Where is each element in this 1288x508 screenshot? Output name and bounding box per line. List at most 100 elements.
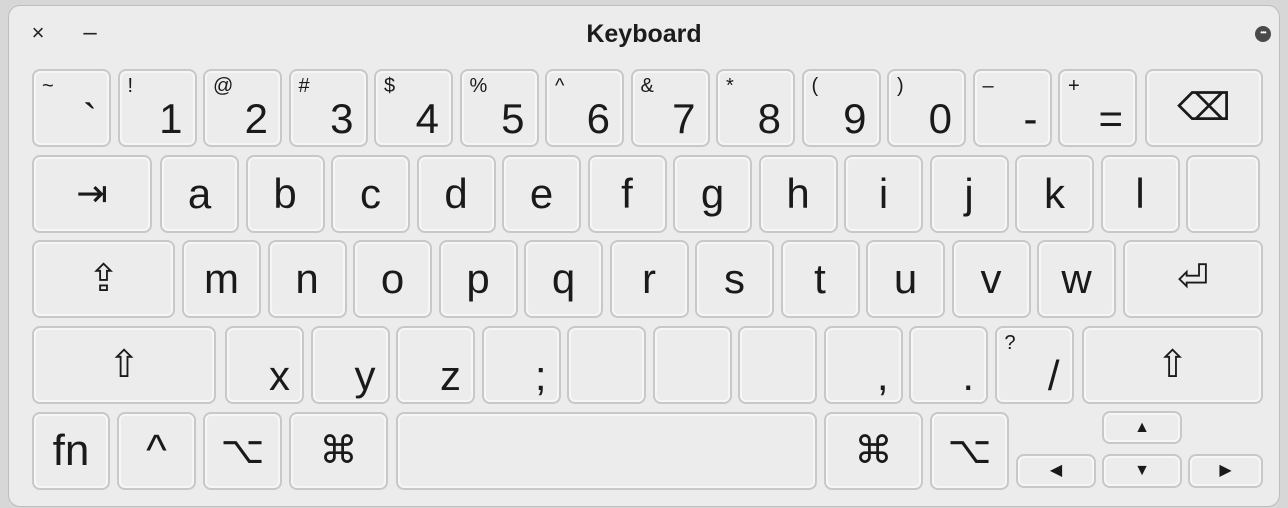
arrow-right-key[interactable]: ▶	[1188, 454, 1263, 488]
keyboard: ~ `! 1 @2 #3 $4% 5 ^ 6 & 7 * 8(9) 0– - + = ⌫ ⇥ a b c d e f g h i j k l…	[9, 6, 1279, 506]
key-8[interactable]: & 7	[630, 69, 710, 147]
key-secondary-label: #	[298, 75, 310, 97]
key-row2-11[interactable]: l	[1100, 155, 1180, 233]
key-row3-5[interactable]: r	[609, 240, 689, 318]
key-12[interactable]: – -	[972, 69, 1052, 147]
key-row3-1[interactable]: n	[267, 240, 347, 318]
space-bar[interactable]	[396, 412, 817, 490]
left-option-key[interactable]: ⌥	[203, 412, 282, 490]
arrow-up-icon: ▲	[1134, 418, 1150, 436]
key-row3-3[interactable]: p	[438, 240, 518, 318]
key-row3-7[interactable]: t	[780, 240, 860, 318]
key-row4-8[interactable]: .	[909, 326, 988, 404]
key-secondary-label: @	[213, 75, 234, 97]
key-row3-6[interactable]: s	[695, 240, 774, 318]
key-2[interactable]: ! 1	[117, 69, 197, 147]
key-row4-9[interactable]: ? /	[994, 326, 1074, 404]
key-label: p	[466, 255, 490, 302]
key-label: o	[380, 255, 405, 302]
key-6[interactable]: % 5	[459, 69, 539, 147]
key-primary-label: 9	[843, 95, 867, 142]
key-secondary-label: (	[811, 75, 819, 97]
key-label: w	[1061, 255, 1092, 302]
arrow-down-key[interactable]: ▼	[1102, 454, 1182, 488]
control-key[interactable]: ^	[117, 412, 196, 490]
delete-key[interactable]: ⌫	[1145, 69, 1263, 147]
key-row2-1[interactable]: b	[245, 155, 325, 233]
left-command-key[interactable]: ⌘	[289, 412, 388, 490]
key-9[interactable]: * 8	[716, 69, 795, 147]
key-row2-9[interactable]: j	[929, 155, 1009, 233]
key-row2-7[interactable]: h	[758, 155, 838, 233]
key-primary-label: .	[962, 352, 974, 399]
key-7[interactable]: ^ 6	[545, 69, 624, 147]
key-13[interactable]: + =	[1058, 69, 1137, 147]
key-row4-0[interactable]: x	[225, 326, 304, 404]
key-row4-1[interactable]: y	[310, 326, 390, 404]
key-primary-label: -	[1023, 95, 1038, 142]
key-label: d	[444, 170, 468, 217]
key-row4-7[interactable]: ,	[823, 326, 903, 404]
key-primary-label: ,	[876, 352, 889, 399]
key-primary-label: 4	[415, 95, 439, 142]
key-label: v	[980, 255, 1002, 302]
key-row2-10[interactable]: k	[1015, 155, 1094, 233]
arrow-right-icon: ▶	[1219, 462, 1232, 479]
arrow-left-key[interactable]: ◀	[1016, 454, 1096, 488]
fn-key[interactable]: fn	[32, 412, 110, 490]
key-row2-6[interactable]: g	[673, 155, 752, 233]
shift-icon: ⇧	[1156, 344, 1189, 386]
key-label: c	[360, 170, 381, 217]
key-primary-label: z	[440, 352, 461, 399]
caps-lock-key[interactable]: ⇪	[32, 240, 175, 318]
key-row3-0[interactable]: m	[182, 240, 261, 318]
key-label: n	[295, 255, 319, 302]
key-row3-2[interactable]: o	[353, 240, 432, 318]
key-11[interactable]: ) 0	[887, 69, 966, 147]
control-icon: ^	[146, 426, 167, 475]
right-shift-key[interactable]: ⇧	[1082, 326, 1263, 404]
key-row2-0[interactable]: a	[160, 155, 239, 233]
key-row3-4[interactable]: q	[524, 240, 603, 318]
key-row3-9[interactable]: v	[951, 240, 1031, 318]
right-command-key[interactable]: ⌘	[824, 412, 923, 490]
key-secondary-label: +	[1068, 75, 1080, 97]
key-primary-label: `	[83, 95, 97, 142]
key-row2-4[interactable]: e	[502, 155, 581, 233]
key-1[interactable]: ~ `	[32, 69, 111, 147]
key-row2-2[interactable]: c	[331, 155, 410, 233]
left-shift-key[interactable]: ⇧	[32, 326, 216, 404]
key-4[interactable]: #3	[288, 69, 368, 147]
key-row2-8[interactable]: i	[844, 155, 923, 233]
key-row3-8[interactable]: u	[866, 240, 945, 318]
keyboard-window: × – Keyboard ••• ~ `! 1 @2 #3 $4% 5 ^ 6 & 7 * 8(9) 0–…	[8, 5, 1280, 507]
fn-label: fn	[52, 426, 90, 475]
key-row4-2[interactable]: z	[396, 326, 475, 404]
option-icon: ⌥	[947, 430, 992, 472]
key-10[interactable]: (9	[801, 69, 881, 147]
key-label: j	[964, 170, 974, 217]
key-row4-3[interactable]: ;	[481, 326, 561, 404]
key-label: m	[204, 255, 239, 302]
key-row4-5[interactable]	[652, 326, 732, 404]
key-row3-10[interactable]: w	[1037, 240, 1116, 318]
return-key[interactable]: ⏎	[1123, 240, 1263, 318]
key-secondary-label: !	[127, 75, 134, 97]
arrow-up-key[interactable]: ▲	[1102, 411, 1182, 444]
right-option-key[interactable]: ⌥	[930, 412, 1009, 490]
key-row4-6[interactable]	[738, 326, 817, 404]
key-row2-3[interactable]: d	[416, 155, 496, 233]
key-5[interactable]: $4	[374, 69, 453, 147]
key-primary-label: 5	[501, 95, 525, 142]
delete-icon: ⌫	[1177, 87, 1231, 129]
key-primary-label: 6	[586, 95, 610, 142]
key-primary-label: 2	[244, 95, 268, 142]
key-row2-5[interactable]: f	[587, 155, 667, 233]
key-row2-12[interactable]	[1186, 155, 1260, 233]
key-secondary-label: $	[384, 75, 396, 97]
key-row4-4[interactable]	[567, 326, 646, 404]
tab-key[interactable]: ⇥	[32, 155, 152, 233]
key-secondary-label: %	[469, 75, 488, 97]
key-3[interactable]: @2	[203, 69, 282, 147]
shift-icon: ⇧	[108, 344, 140, 386]
